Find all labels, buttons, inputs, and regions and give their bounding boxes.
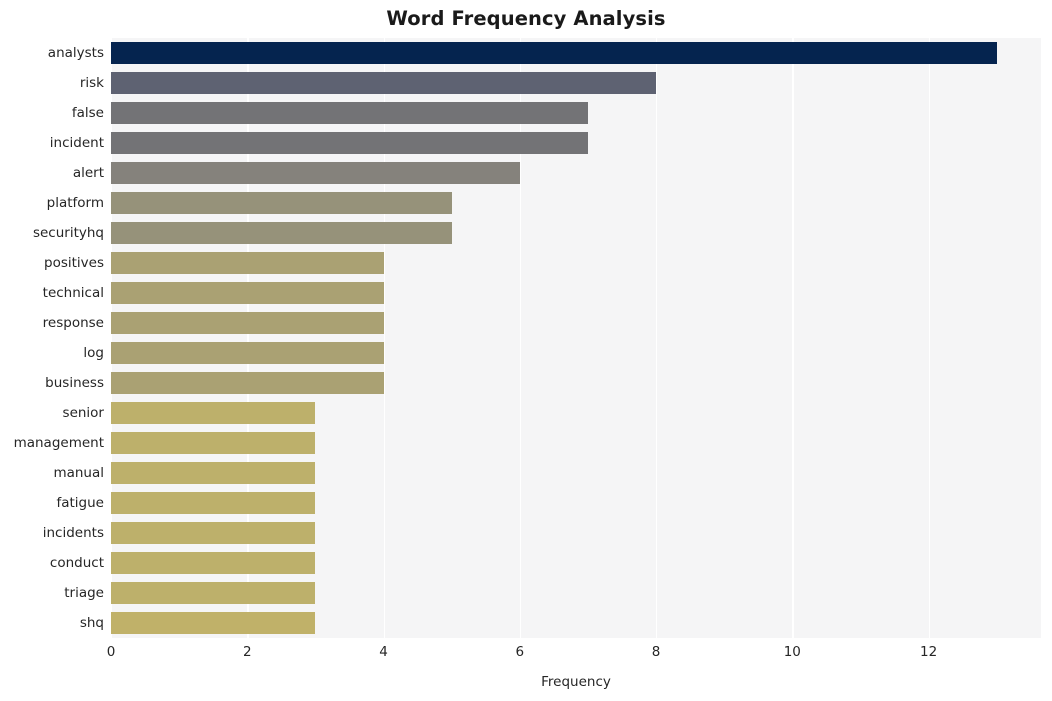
bar-alert[interactable] bbox=[111, 162, 520, 184]
plot-area bbox=[111, 38, 1041, 638]
x-tick-label-0: 0 bbox=[106, 644, 116, 660]
bar-technical[interactable] bbox=[111, 282, 384, 304]
word-frequency-chart-figure: Word Frequency Analysis analysts risk fals… bbox=[0, 0, 1052, 701]
x-tick-label-12: 12 bbox=[919, 644, 938, 660]
y-tick-label-risk: risk bbox=[79, 75, 104, 91]
y-tick-label-platform: platform bbox=[46, 195, 104, 211]
y-axis-tick-labels: analysts risk false incident alert platform se… bbox=[0, 38, 104, 638]
y-tick-label-response: response bbox=[42, 315, 104, 331]
bar-response[interactable] bbox=[111, 312, 384, 334]
y-tick-label-analysts: analysts bbox=[47, 45, 104, 61]
bar-securityhq[interactable] bbox=[111, 222, 452, 244]
y-tick-label-fatigue: fatigue bbox=[56, 495, 104, 511]
y-tick-label-shq: shq bbox=[79, 615, 104, 631]
y-tick-label-management: management bbox=[13, 435, 104, 451]
x-tick-label-8: 8 bbox=[651, 644, 661, 660]
x-tick-label-2: 2 bbox=[242, 644, 252, 660]
y-tick-label-business: business bbox=[45, 375, 104, 391]
bar-platform[interactable] bbox=[111, 192, 452, 214]
y-tick-label-conduct: conduct bbox=[49, 555, 104, 571]
y-tick-label-incidents: incidents bbox=[42, 525, 104, 541]
bar-log[interactable] bbox=[111, 342, 384, 364]
bar-positives[interactable] bbox=[111, 252, 384, 274]
bar-shq[interactable] bbox=[111, 612, 316, 634]
y-tick-label-securityhq: securityhq bbox=[32, 225, 104, 241]
x-tick-label-4: 4 bbox=[379, 644, 388, 660]
y-tick-label-triage: triage bbox=[64, 585, 104, 601]
bar-manual[interactable] bbox=[111, 462, 316, 484]
y-tick-label-senior: senior bbox=[62, 405, 104, 421]
y-tick-label-alert: alert bbox=[72, 165, 104, 181]
chart-title: Word Frequency Analysis bbox=[386, 7, 666, 30]
bar-fatigue[interactable] bbox=[111, 492, 316, 514]
x-axis-title: Frequency bbox=[541, 674, 611, 690]
x-axis-tick-labels: 0 2 4 6 8 10 12 bbox=[107, 643, 1041, 665]
bar-risk[interactable] bbox=[111, 72, 657, 94]
x-tick-label-10: 10 bbox=[783, 644, 801, 660]
bar-management[interactable] bbox=[111, 432, 316, 454]
bar-conduct[interactable] bbox=[111, 552, 316, 574]
bars-layer bbox=[111, 38, 1041, 638]
y-tick-label-false: false bbox=[71, 105, 104, 121]
bar-incidents[interactable] bbox=[111, 522, 316, 544]
bar-business[interactable] bbox=[111, 372, 384, 394]
x-tick-label-6: 6 bbox=[515, 644, 525, 660]
bar-analysts[interactable] bbox=[111, 42, 997, 64]
bar-incident[interactable] bbox=[111, 132, 588, 154]
y-tick-label-technical: technical bbox=[42, 285, 104, 301]
y-tick-label-log: log bbox=[83, 345, 104, 361]
y-tick-label-manual: manual bbox=[53, 465, 104, 481]
bar-triage[interactable] bbox=[111, 582, 316, 604]
bar-senior[interactable] bbox=[111, 402, 316, 424]
bar-false[interactable] bbox=[111, 102, 588, 124]
y-tick-label-incident: incident bbox=[49, 135, 104, 151]
y-tick-label-positives: positives bbox=[44, 255, 104, 271]
